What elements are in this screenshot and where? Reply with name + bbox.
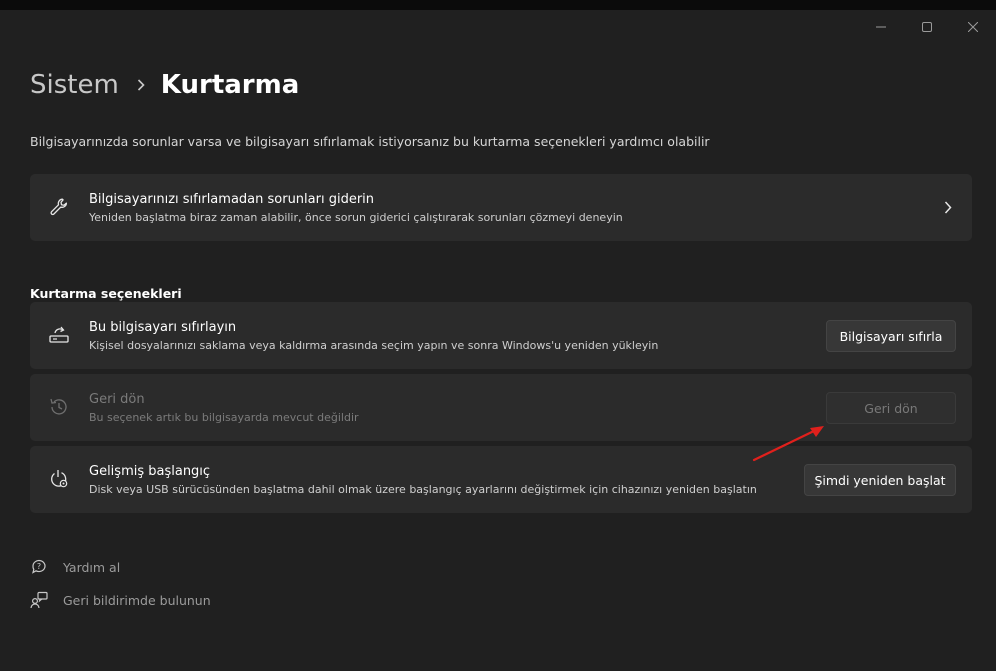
help-icon: ? xyxy=(30,558,48,576)
troubleshoot-texts: Bilgisayarınızı sıfırlamadan sorunları g… xyxy=(89,192,623,225)
section-title: Kurtarma seçenekleri xyxy=(30,286,182,301)
help-link[interactable]: ? Yardım al xyxy=(30,558,120,576)
restart-now-button[interactable]: Şimdi yeniden başlat xyxy=(804,464,956,496)
go-back-button[interactable]: Geri dön xyxy=(826,392,956,424)
minimize-button[interactable] xyxy=(858,10,904,44)
maximize-icon xyxy=(922,22,932,32)
svg-text:?: ? xyxy=(37,562,41,571)
advanced-startup-texts: Gelişmiş başlangıç Disk veya USB sürücüs… xyxy=(89,464,757,497)
reset-pc-card: Bu bilgisayarı sıfırlayın Kişisel dosyal… xyxy=(30,302,972,369)
advanced-startup-title: Gelişmiş başlangıç xyxy=(89,464,211,479)
wrench-icon xyxy=(48,196,70,218)
go-back-title: Geri dön xyxy=(89,392,145,407)
advanced-startup-icon xyxy=(48,468,70,490)
reset-pc-button[interactable]: Bilgisayarı sıfırla xyxy=(826,320,956,352)
breadcrumb-parent[interactable]: Sistem xyxy=(30,70,119,100)
advanced-startup-card: Gelişmiş başlangıç Disk veya USB sürücüs… xyxy=(30,446,972,513)
history-icon xyxy=(48,396,70,418)
feedback-link-label: Geri bildirimde bulunun xyxy=(63,592,211,608)
maximize-button[interactable] xyxy=(904,10,950,44)
feedback-icon xyxy=(30,591,48,609)
reset-pc-texts: Bu bilgisayarı sıfırlayın Kişisel dosyal… xyxy=(89,320,658,353)
feedback-link[interactable]: Geri bildirimde bulunun xyxy=(30,591,211,609)
settings-window: Sistem Kurtarma Bilgisayarınızda sorunla… xyxy=(0,0,996,671)
close-icon xyxy=(968,22,978,32)
breadcrumb: Sistem Kurtarma xyxy=(30,70,299,100)
page-title: Kurtarma xyxy=(160,70,300,100)
reset-pc-icon xyxy=(48,324,70,346)
reset-pc-desc: Kişisel dosyalarınızı saklama veya kaldı… xyxy=(89,339,659,352)
reset-pc-title: Bu bilgisayarı sıfırlayın xyxy=(89,320,237,335)
help-link-label: Yardım al xyxy=(63,559,121,575)
minimize-icon xyxy=(876,26,886,28)
go-back-card: Geri dön Bu seçenek artık bu bilgisayard… xyxy=(30,374,972,441)
close-button[interactable] xyxy=(950,10,996,44)
advanced-startup-desc: Disk veya USB sürücüsünden başlatma dahi… xyxy=(89,483,757,496)
troubleshoot-card[interactable]: Bilgisayarınızı sıfırlamadan sorunları g… xyxy=(30,174,972,241)
troubleshoot-title: Bilgisayarınızı sıfırlamadan sorunları g… xyxy=(89,192,375,207)
chevron-right-icon xyxy=(942,200,954,214)
page-description: Bilgisayarınızda sorunlar varsa ve bilgi… xyxy=(30,134,710,149)
chevron-right-icon xyxy=(137,79,145,91)
go-back-desc: Bu seçenek artık bu bilgisayarda mevcut … xyxy=(89,411,359,424)
go-back-texts: Geri dön Bu seçenek artık bu bilgisayard… xyxy=(89,392,359,425)
annotation-arrow xyxy=(752,426,824,462)
troubleshoot-desc: Yeniden başlatma biraz zaman alabilir, ö… xyxy=(89,211,623,224)
title-bar-controls xyxy=(858,10,996,44)
